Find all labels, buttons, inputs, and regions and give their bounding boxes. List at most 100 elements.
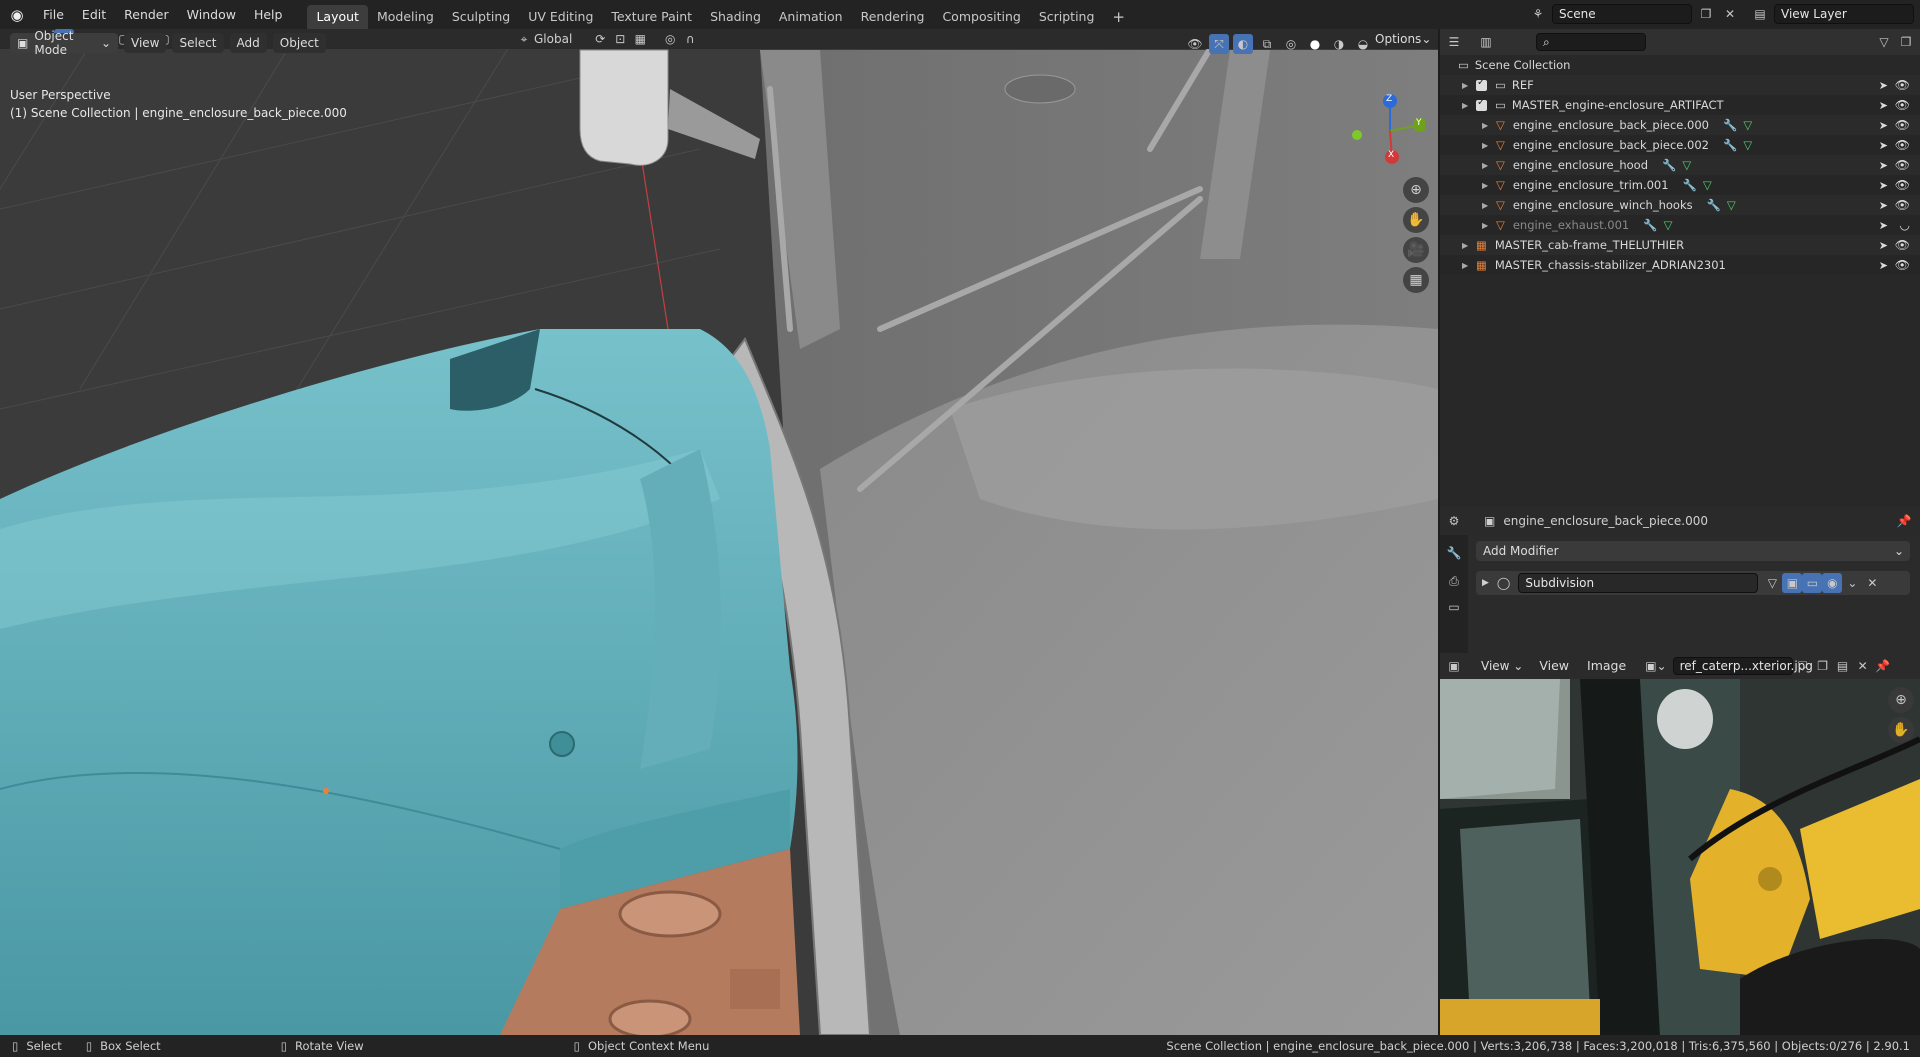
falloff-icon[interactable]: ∩ <box>680 29 700 49</box>
realtime-icon[interactable]: ▭ <box>1802 573 1823 593</box>
expand-arrow-icon[interactable]: ▶ <box>1482 201 1496 210</box>
eye-visibility-icon[interactable]: 👁 <box>1895 178 1910 192</box>
outliner-row[interactable]: ▶ ▦ MASTER_cab-frame_THELUTHIER ➤ 👁 <box>1440 235 1920 255</box>
mesh-data-icon[interactable]: ▽ <box>1743 118 1752 132</box>
edit-cage-icon[interactable]: ▽ <box>1762 573 1782 593</box>
overlay-toggle-icon[interactable]: ◐ <box>1233 34 1253 54</box>
new-collection-icon[interactable]: ❐ <box>1896 32 1916 52</box>
image-menu[interactable]: Image <box>1578 653 1635 679</box>
tab-rendering[interactable]: Rendering <box>852 5 934 29</box>
selectable-arrow-icon[interactable]: ➤ <box>1879 219 1888 232</box>
modifier-name-field[interactable]: Subdivision <box>1518 573 1759 593</box>
menu-edit[interactable]: Edit <box>73 0 115 29</box>
tab-sculpting[interactable]: Sculpting <box>443 5 519 29</box>
add-modifier-button[interactable]: Add Modifier ⌄ <box>1476 541 1910 561</box>
mesh-data-icon[interactable]: ▽ <box>1727 198 1736 212</box>
render-icon[interactable]: ◉ <box>1822 573 1843 593</box>
modifier-menu-icon[interactable]: ⌄ <box>1842 573 1862 593</box>
pan-hand-icon[interactable]: ✋ <box>1403 207 1429 233</box>
material-shading-icon[interactable]: ◑ <box>1329 34 1349 54</box>
gizmo-toggle-icon[interactable]: ⤧ <box>1209 34 1229 54</box>
outliner-editor-icon[interactable]: ☰ <box>1444 32 1464 52</box>
image-name-field[interactable]: ref_caterp...xterior.jpg <box>1672 657 1813 675</box>
add-menu[interactable]: Add <box>229 33 267 53</box>
mode-dropdown[interactable]: ▣ Object Mode ⌄ <box>10 29 118 57</box>
selectable-arrow-icon[interactable]: ➤ <box>1879 199 1888 212</box>
expand-arrow-icon[interactable]: ▶ <box>1462 101 1476 110</box>
expand-arrow-icon[interactable]: ▶ <box>1482 221 1496 230</box>
camera-view-icon[interactable]: 🎥 <box>1403 237 1429 263</box>
filter-icon[interactable]: ▽ <box>1874 32 1894 52</box>
select-menu[interactable]: Select <box>172 33 224 53</box>
reference-image[interactable]: ⊕ ✋ <box>1440 679 1920 1035</box>
zoom-icon[interactable]: ⊕ <box>1403 177 1429 203</box>
outliner-row[interactable]: ▶ ▽ engine_enclosure_trim.001 🔧 ▽ ➤ 👁 <box>1440 175 1920 195</box>
eye-visibility-icon[interactable]: ◡ <box>1900 218 1910 232</box>
image-browse-icon[interactable]: ▣⌄ <box>1645 659 1666 673</box>
expand-arrow-icon[interactable]: ▶ <box>1462 81 1476 90</box>
object-menu[interactable]: Object <box>272 33 326 53</box>
tool-tab-icon[interactable]: 🔧 <box>1444 543 1464 563</box>
expand-arrow-icon[interactable]: ▶ <box>1482 161 1496 170</box>
checkbox-icon[interactable] <box>1476 77 1487 91</box>
menu-file[interactable]: File <box>34 0 73 29</box>
view-layer-field[interactable]: View Layer <box>1774 4 1914 24</box>
outliner-row[interactable]: ▶ ▦ MASTER_chassis-stabilizer_ADRIAN2301 ➤ 👁 <box>1440 255 1920 275</box>
eye-visibility-icon[interactable]: 👁 <box>1895 98 1910 112</box>
modifier-wrench-icon[interactable]: 🔧 <box>1662 158 1676 172</box>
rendered-shading-icon[interactable]: ◒ <box>1353 34 1373 54</box>
expand-arrow-icon[interactable]: ▶ <box>1482 121 1496 130</box>
image-pan-icon[interactable]: ✋ <box>1888 717 1914 743</box>
selectable-arrow-icon[interactable]: ➤ <box>1879 139 1888 152</box>
open-image-icon[interactable]: ▤ <box>1833 656 1853 676</box>
modifier-wrench-icon[interactable]: 🔧 <box>1643 218 1657 232</box>
view-menu[interactable]: View <box>124 33 167 53</box>
menu-window[interactable]: Window <box>178 0 245 29</box>
output-tab-icon[interactable]: ▭ <box>1444 597 1464 617</box>
visibility-icon[interactable]: 👁 <box>1185 34 1205 54</box>
selectable-arrow-icon[interactable]: ➤ <box>1879 79 1888 92</box>
render-tab-icon[interactable]: ⎙ <box>1444 571 1464 591</box>
snap-icon[interactable]: ⊡ <box>610 29 630 49</box>
outliner-row[interactable]: ▶ ▭ REF ➤ 👁 <box>1440 75 1920 95</box>
wireframe-shading-icon[interactable]: ◎ <box>1281 34 1301 54</box>
new-scene-icon[interactable]: ❐ <box>1696 4 1716 24</box>
tab-animation[interactable]: Animation <box>770 5 852 29</box>
ortho-grid-icon[interactable]: ▦ <box>1403 267 1429 293</box>
mesh-data-icon[interactable]: ▽ <box>1743 138 1752 152</box>
selectable-arrow-icon[interactable]: ➤ <box>1879 259 1888 272</box>
selectable-arrow-icon[interactable]: ➤ <box>1879 239 1888 252</box>
solid-shading-icon[interactable]: ● <box>1305 34 1325 54</box>
outliner-row[interactable]: ▶ ▭ MASTER_engine-enclosure_ARTIFACT ➤ 👁 <box>1440 95 1920 115</box>
tab-compositing[interactable]: Compositing <box>933 5 1029 29</box>
eye-visibility-icon[interactable]: 👁 <box>1895 138 1910 152</box>
mesh-data-icon[interactable]: ▽ <box>1703 178 1712 192</box>
add-workspace-icon[interactable]: + <box>1103 5 1134 29</box>
outliner-row[interactable]: ▶ ▽ engine_enclosure_winch_hooks 🔧 ▽ ➤ 👁 <box>1440 195 1920 215</box>
outliner-row[interactable]: ▶ ▽ engine_exhaust.001 🔧 ▽ ➤ ◡ <box>1440 215 1920 235</box>
delete-scene-icon[interactable]: ✕ <box>1720 4 1740 24</box>
selectable-arrow-icon[interactable]: ➤ <box>1879 159 1888 172</box>
outliner-row[interactable]: ▶ ▽ engine_enclosure_back_piece.000 🔧 ▽ ➤ 👁 <box>1440 115 1920 135</box>
modifier-wrench-icon[interactable]: 🔧 <box>1723 118 1737 132</box>
tab-modeling[interactable]: Modeling <box>368 5 443 29</box>
3d-viewport[interactable]: ▣ Object Mode ⌄ View Select Add Object 👁 … <box>0 29 1438 1035</box>
outliner-search-input[interactable]: ⌕ <box>1536 33 1646 51</box>
outliner-row[interactable]: ▶ ▽ engine_enclosure_back_piece.002 🔧 ▽ ➤ 👁 <box>1440 135 1920 155</box>
menu-render[interactable]: Render <box>115 0 178 29</box>
properties-editor-icon[interactable]: ⚙ <box>1444 511 1464 531</box>
remove-modifier-icon[interactable]: ✕ <box>1862 573 1882 593</box>
fake-user-icon[interactable]: ⛉ <box>1793 656 1813 676</box>
modifier-wrench-icon[interactable]: 🔧 <box>1707 198 1721 212</box>
image-pin-icon[interactable]: 📌 <box>1873 656 1893 676</box>
scene-icon[interactable]: ⚘ <box>1528 4 1548 24</box>
display-mode-icon[interactable]: ▥ <box>1476 32 1496 52</box>
tab-uv-editing[interactable]: UV Editing <box>519 5 602 29</box>
selectable-arrow-icon[interactable]: ➤ <box>1879 179 1888 192</box>
orientation-dropdown[interactable]: Global <box>534 32 572 46</box>
selectable-arrow-icon[interactable]: ➤ <box>1879 99 1888 112</box>
blender-logo-icon[interactable]: ◉ <box>0 6 34 24</box>
expand-arrow-icon[interactable]: ▶ <box>1482 578 1489 588</box>
expand-arrow-icon[interactable]: ▶ <box>1482 141 1496 150</box>
editmode-icon[interactable]: ▣ <box>1782 573 1803 593</box>
